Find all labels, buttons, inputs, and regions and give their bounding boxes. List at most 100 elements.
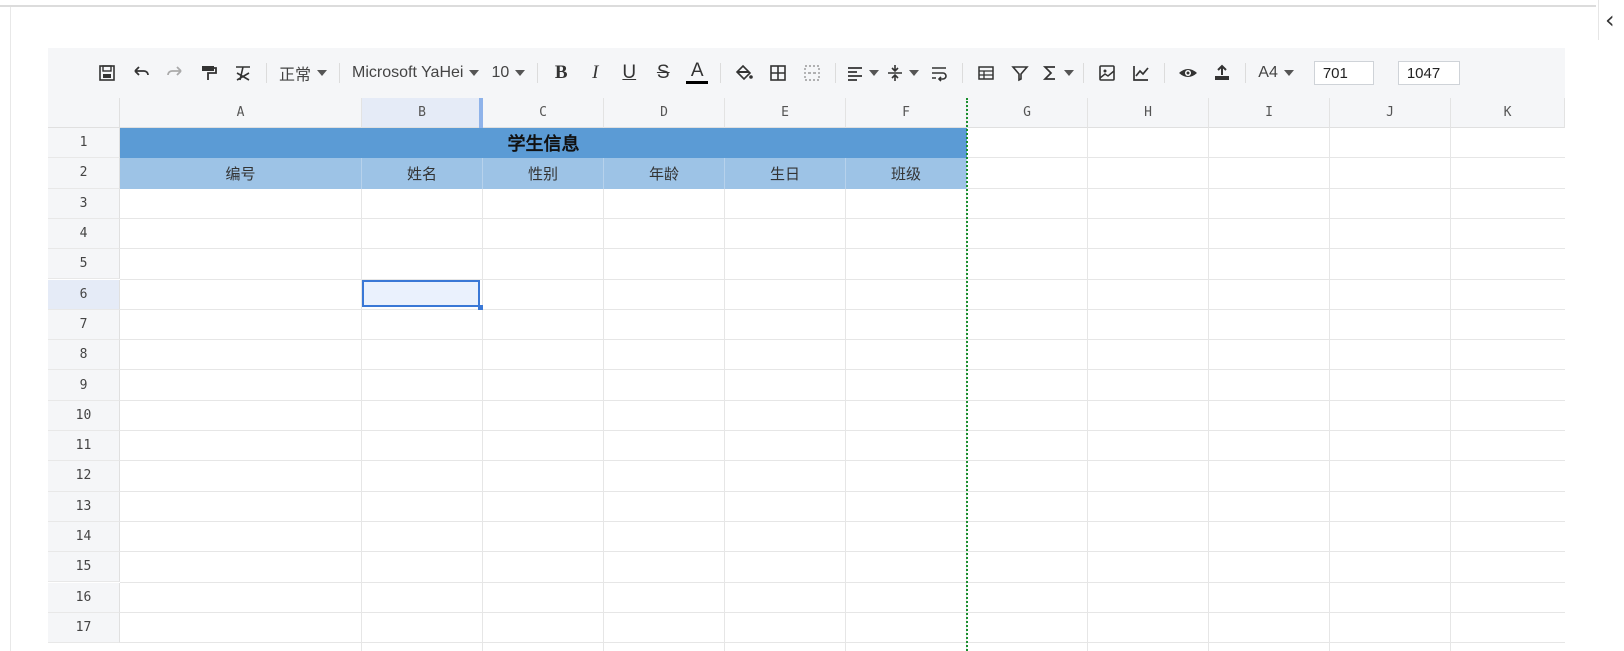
- selected-cell[interactable]: [362, 279, 480, 307]
- row-header-14[interactable]: 14: [48, 521, 120, 553]
- font-family-value: Microsoft YaHei: [352, 64, 464, 81]
- header-cell[interactable]: 班级: [846, 158, 967, 189]
- preview-button[interactable]: [1174, 58, 1202, 88]
- column-header-k[interactable]: K: [1451, 98, 1565, 128]
- row-header-10[interactable]: 10: [48, 400, 120, 431]
- row-header-3[interactable]: 3: [48, 188, 120, 219]
- redo-button[interactable]: [161, 58, 189, 88]
- header-cell[interactable]: 编号: [120, 158, 362, 189]
- header-cell[interactable]: 性别: [483, 158, 604, 189]
- collapse-panel-button[interactable]: ‹: [1598, 0, 1624, 40]
- row-gridline: [120, 278, 1565, 280]
- column-header-h[interactable]: H: [1088, 98, 1209, 128]
- style-select-value: 正常: [279, 67, 312, 84]
- header-cell[interactable]: 姓名: [362, 158, 483, 189]
- font-color-icon: A: [686, 61, 709, 84]
- toolbar-separator: [537, 63, 539, 83]
- column-gridline: [482, 128, 483, 651]
- row-header-17[interactable]: 17: [48, 612, 120, 644]
- column-header-e[interactable]: E: [725, 98, 846, 128]
- font-family-select[interactable]: Microsoft YaHei: [346, 58, 485, 88]
- row-gridline: [120, 490, 1565, 492]
- row-gridline: [120, 430, 1565, 431]
- sigma-icon: [1043, 66, 1056, 80]
- table-button[interactable]: [972, 58, 1000, 88]
- window-left-border: [10, 7, 11, 651]
- undo-button[interactable]: [127, 58, 155, 88]
- font-color-button[interactable]: A: [683, 58, 711, 88]
- column-header-j[interactable]: J: [1330, 98, 1451, 128]
- column-header-f[interactable]: F: [846, 98, 967, 128]
- column-header-d[interactable]: D: [604, 98, 725, 128]
- row-header-16[interactable]: 16: [48, 582, 120, 613]
- save-icon: [99, 65, 115, 81]
- paper-size-select[interactable]: A4: [1252, 58, 1300, 88]
- column-header-b[interactable]: B: [362, 98, 483, 128]
- sum-button[interactable]: [1040, 58, 1075, 88]
- underline-button[interactable]: U: [615, 58, 643, 88]
- column-resize-handle[interactable]: [479, 98, 483, 128]
- wrap-text-button[interactable]: [925, 58, 953, 88]
- column-header-g[interactable]: G: [967, 98, 1088, 128]
- insert-chart-button[interactable]: [1127, 58, 1155, 88]
- caret-down-icon: [469, 70, 480, 76]
- fill-handle[interactable]: [478, 304, 483, 310]
- column-gridline: [1087, 128, 1088, 651]
- eye-icon: [1179, 69, 1198, 77]
- bold-button[interactable]: B: [547, 58, 575, 88]
- row-header-15[interactable]: 15: [48, 552, 120, 583]
- insert-image-button[interactable]: [1093, 58, 1121, 88]
- row-header-13[interactable]: 13: [48, 491, 120, 522]
- horizontal-align-button[interactable]: [845, 58, 880, 88]
- row-header-2[interactable]: 2: [48, 158, 120, 189]
- header-cell[interactable]: 年龄: [604, 158, 725, 189]
- vertical-align-icon: [888, 65, 903, 81]
- row-header-6[interactable]: 6: [48, 279, 120, 310]
- merge-cells-icon: [804, 65, 820, 81]
- row-header-9[interactable]: 9: [48, 370, 120, 401]
- column-header-i[interactable]: I: [1209, 98, 1330, 128]
- caret-down-icon: [317, 70, 328, 76]
- filter-icon: [1011, 66, 1030, 82]
- merge-cells-button[interactable]: [798, 58, 826, 88]
- italic-button[interactable]: I: [581, 58, 609, 88]
- undo-icon: [134, 66, 149, 76]
- select-all-corner[interactable]: [48, 98, 120, 128]
- caret-down-icon: [515, 70, 526, 76]
- save-button[interactable]: [93, 58, 121, 88]
- format-painter-button[interactable]: [195, 58, 223, 88]
- export-button[interactable]: [1208, 58, 1236, 88]
- row-gridline: [120, 611, 1565, 613]
- paint-roller-icon: [202, 66, 217, 80]
- row-gridline: [120, 581, 1565, 583]
- row-header-1[interactable]: 1: [48, 128, 120, 159]
- style-select[interactable]: 正常: [273, 58, 333, 88]
- row-header-5[interactable]: 5: [48, 249, 120, 280]
- column-header-a[interactable]: A: [120, 98, 362, 128]
- font-size-select[interactable]: 10: [485, 58, 531, 88]
- row-header-12[interactable]: 12: [48, 461, 120, 492]
- row-header-7[interactable]: 7: [48, 309, 120, 341]
- page-width-input[interactable]: [1313, 61, 1374, 85]
- sheet-grid[interactable]: A B C D E F G H I J K 1 2 3 4 5 6 7 8 9 10 11 12 13 14 15 16 17 学生信息…: [48, 98, 1565, 651]
- row-gridline: [120, 551, 1565, 553]
- row-header-4[interactable]: 4: [48, 218, 120, 250]
- redo-icon: [167, 66, 182, 76]
- page-height-input[interactable]: [1397, 61, 1460, 85]
- fill-color-button[interactable]: [730, 58, 758, 88]
- title-cell[interactable]: 学生信息: [120, 128, 967, 159]
- column-gridline: [1450, 128, 1451, 651]
- header-cell[interactable]: 生日: [725, 158, 846, 189]
- toolbar-separator: [720, 63, 722, 83]
- print-area-boundary: [966, 98, 968, 651]
- clear-format-button[interactable]: [229, 58, 257, 88]
- filter-button[interactable]: [1006, 58, 1034, 88]
- borders-button[interactable]: [764, 58, 792, 88]
- vertical-align-button[interactable]: [885, 58, 920, 88]
- strikethrough-button[interactable]: S: [649, 58, 677, 88]
- toolbar-separator: [835, 63, 837, 83]
- row-header-8[interactable]: 8: [48, 340, 120, 371]
- column-header-c[interactable]: C: [483, 98, 604, 128]
- row-header-11[interactable]: 11: [48, 431, 120, 462]
- clear-format-icon: [236, 66, 250, 81]
